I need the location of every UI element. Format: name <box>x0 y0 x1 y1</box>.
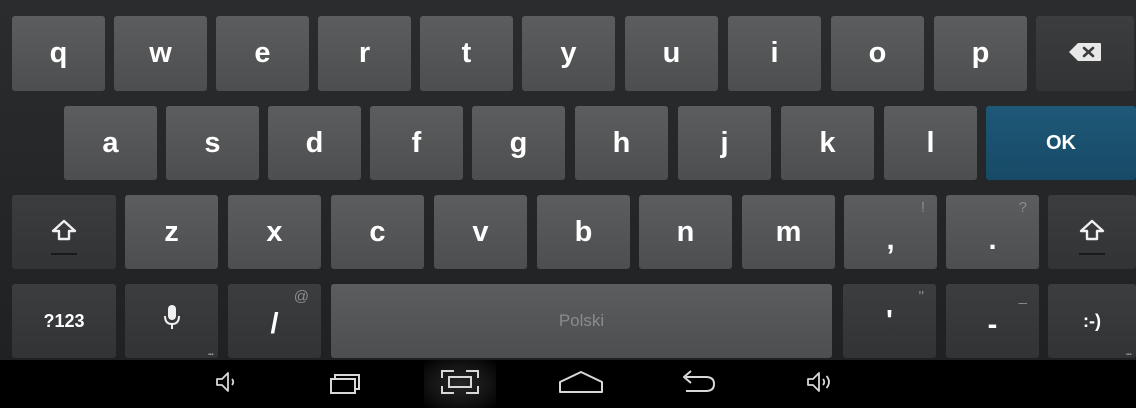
key-n[interactable]: n <box>639 195 732 269</box>
period-hint: ? <box>1018 199 1027 216</box>
key-period[interactable]: . ? <box>946 195 1039 269</box>
key-apostrophe[interactable]: ' " <box>843 284 936 358</box>
key-f[interactable]: f <box>370 106 463 180</box>
shift-key-left[interactable] <box>12 195 116 269</box>
key-w[interactable]: w <box>114 16 207 91</box>
slash-label: / <box>270 307 279 340</box>
recent-apps-button[interactable] <box>310 360 382 408</box>
apostrophe-hint: " <box>918 288 924 305</box>
shift-icon <box>51 216 77 249</box>
period-label: . <box>988 223 997 256</box>
home-icon <box>557 369 605 400</box>
key-comma[interactable]: , ! <box>844 195 937 269</box>
home-button[interactable] <box>545 360 617 408</box>
smiley-label: :-) <box>1083 310 1101 331</box>
volume-up-button[interactable] <box>784 360 856 408</box>
symbols-key[interactable]: ?123 <box>12 284 116 358</box>
dash-label: - <box>987 308 998 341</box>
key-o[interactable]: o <box>831 16 924 91</box>
key-a[interactable]: a <box>64 106 157 180</box>
key-r[interactable]: r <box>318 16 411 91</box>
apostrophe-label: ' <box>886 304 893 337</box>
ok-button[interactable]: OK <box>986 106 1136 180</box>
key-l[interactable]: l <box>884 106 977 180</box>
volume-down-icon <box>214 370 238 399</box>
space-bar[interactable]: Polski <box>331 284 832 358</box>
volume-down-button[interactable] <box>190 360 262 408</box>
key-d[interactable]: d <box>268 106 361 180</box>
back-icon <box>678 369 718 400</box>
shift-key-right[interactable] <box>1048 195 1136 269</box>
backspace-icon <box>1068 37 1102 70</box>
screenshot-button[interactable] <box>424 360 496 408</box>
voice-input-key[interactable]: ... <box>125 284 218 358</box>
key-u[interactable]: u <box>625 16 718 91</box>
dash-hint: _ <box>1018 288 1027 305</box>
key-y[interactable]: y <box>522 16 615 91</box>
key-k[interactable]: k <box>781 106 874 180</box>
key-h[interactable]: h <box>575 106 668 180</box>
key-c[interactable]: c <box>331 195 424 269</box>
volume-up-icon <box>805 370 835 399</box>
key-b[interactable]: b <box>537 195 630 269</box>
back-button[interactable] <box>662 360 734 408</box>
more-options-indicator: ... <box>207 347 214 358</box>
key-j[interactable]: j <box>678 106 771 180</box>
key-z[interactable]: z <box>125 195 218 269</box>
more-options-indicator: ... <box>1125 347 1132 358</box>
shift-state-indicator <box>51 253 77 255</box>
comma-label: , <box>886 223 895 256</box>
key-dash[interactable]: - _ <box>946 284 1039 358</box>
shift-icon <box>1079 216 1105 249</box>
smiley-key[interactable]: :-) ... <box>1048 284 1136 358</box>
key-q[interactable]: q <box>12 16 105 91</box>
key-v[interactable]: v <box>434 195 527 269</box>
key-m[interactable]: m <box>742 195 835 269</box>
key-t[interactable]: t <box>420 16 513 91</box>
recent-apps-icon <box>329 369 363 400</box>
backspace-key[interactable] <box>1036 16 1134 91</box>
key-g[interactable]: g <box>472 106 565 180</box>
screenshot-icon <box>440 369 480 400</box>
key-slash[interactable]: / @ <box>228 284 321 358</box>
system-navigation-bar <box>0 360 1136 408</box>
soft-keyboard: q w e r t y u i o p a s d f g h j k l OK… <box>0 0 1136 360</box>
slash-hint: @ <box>293 288 309 305</box>
key-p[interactable]: p <box>934 16 1027 91</box>
key-e[interactable]: e <box>216 16 309 91</box>
shift-state-indicator <box>1079 253 1105 255</box>
comma-hint: ! <box>920 199 925 216</box>
microphone-icon <box>163 304 180 338</box>
key-x[interactable]: x <box>228 195 321 269</box>
key-i[interactable]: i <box>728 16 821 91</box>
key-s[interactable]: s <box>166 106 259 180</box>
